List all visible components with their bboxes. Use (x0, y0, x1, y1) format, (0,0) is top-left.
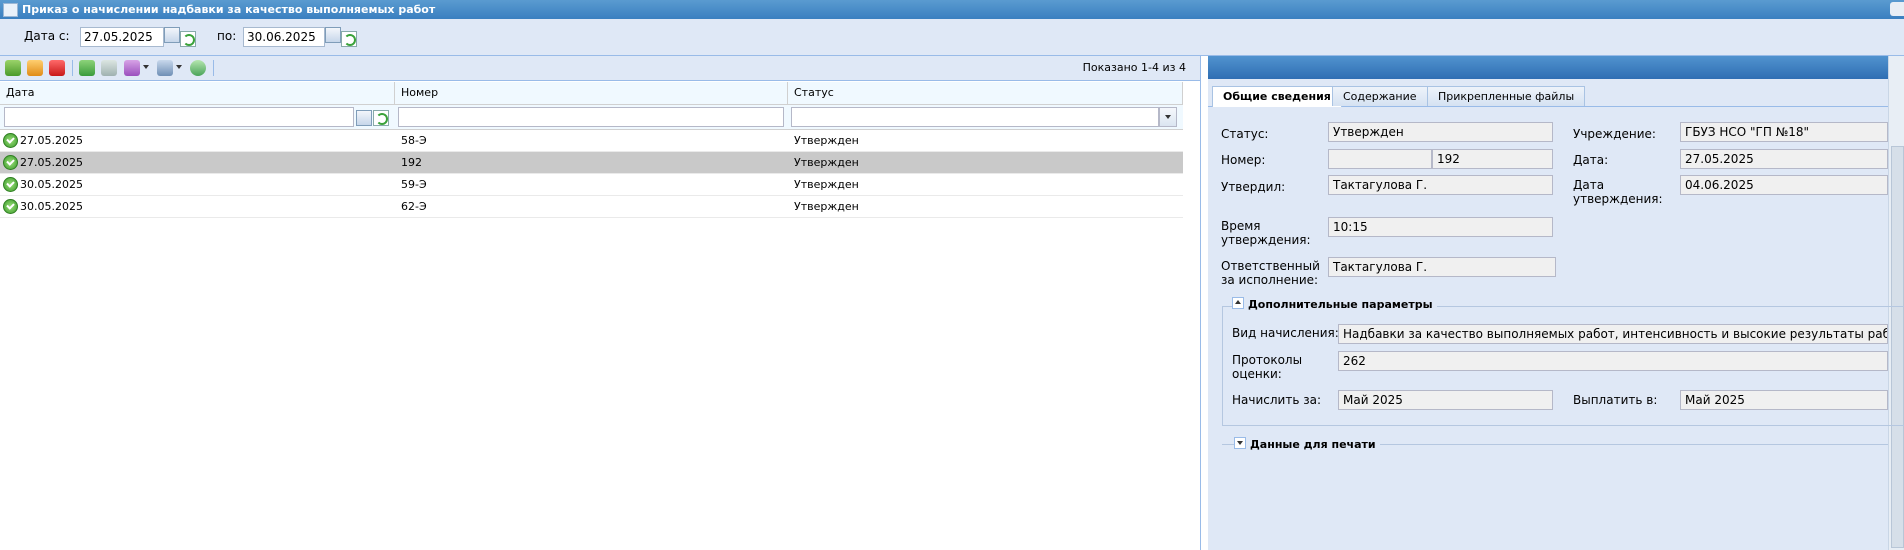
column-header-number[interactable]: Номер (395, 82, 788, 104)
section-line (1222, 444, 1234, 445)
toolbar-separator (72, 60, 73, 76)
approved-by-field[interactable]: Тактагулова Г. (1328, 175, 1553, 195)
accrual-type-label: Вид начисления: (1232, 326, 1339, 340)
institution-label: Учреждение: (1573, 127, 1656, 141)
accrue-for-label: Начислить за: (1232, 393, 1321, 407)
date-label: Дата: (1573, 153, 1609, 167)
actions-icon[interactable] (124, 60, 140, 76)
chevron-down-icon (1165, 115, 1171, 119)
refresh-date-icon[interactable] (180, 31, 196, 47)
responsible-label: Ответственный за исполнение: (1221, 259, 1320, 287)
dropdown-button[interactable] (1159, 107, 1177, 127)
date-to-input[interactable]: 30.06.2025 (243, 27, 325, 47)
tab-attachments[interactable]: Прикрепленные файлы (1427, 86, 1586, 106)
refresh-date-icon[interactable] (341, 31, 357, 47)
calendar-icon[interactable] (356, 110, 372, 126)
cell-date: 27.05.2025 (20, 134, 83, 147)
table-row[interactable]: 27.05.2025 192 Утвержден (0, 152, 1183, 174)
approval-time-field[interactable]: 10:15 (1328, 217, 1553, 237)
window-icon (3, 3, 18, 17)
cell-number: 59-Э (401, 178, 427, 191)
approval-time-label: Время утверждения: (1221, 219, 1311, 247)
accrue-for-field[interactable]: Май 2025 (1338, 390, 1553, 410)
refresh-icon[interactable] (190, 60, 206, 76)
protocols-label: Протоколы оценки: (1232, 353, 1303, 381)
additional-params-title: Дополнительные параметры (1248, 298, 1433, 311)
list-panel: Показано 1-4 из 4 Дата Номер Статус 27.0… (0, 56, 1201, 550)
table-row[interactable]: 27.05.2025 58-Э Утвержден (0, 130, 1183, 152)
column-header-date[interactable]: Дата (0, 82, 395, 104)
chevron-down-icon[interactable] (176, 65, 182, 69)
protocols-field[interactable]: 262 (1338, 351, 1888, 371)
print-icon[interactable] (157, 60, 173, 76)
details-tabs: Общие сведения Содержание Прикрепленные … (1208, 86, 1904, 107)
column-header-status[interactable]: Статус (788, 82, 1183, 104)
approval-date-label: Дата утверждения: (1573, 178, 1663, 206)
tab-content[interactable]: Содержание (1332, 86, 1428, 106)
unapprove-icon[interactable] (101, 60, 117, 76)
expand-icon[interactable] (1234, 437, 1246, 449)
section-line (1368, 444, 1888, 445)
details-panel-header (1208, 56, 1904, 79)
date-from-label: Дата с: (24, 29, 70, 43)
cell-number: 62-Э (401, 200, 427, 213)
accrual-type-field[interactable]: Надбавки за качество выполняемых работ, … (1338, 324, 1888, 344)
print-data-legend[interactable]: Данные для печати (1234, 437, 1380, 451)
cell-number: 192 (401, 156, 422, 169)
delete-icon[interactable] (49, 60, 65, 76)
cell-date: 30.05.2025 (20, 178, 83, 191)
documents-grid: Дата Номер Статус 27.05.2025 58-Э Утверж… (0, 82, 1183, 218)
filter-status-select[interactable] (791, 107, 1159, 127)
date-to-label: по: (217, 29, 237, 43)
date-filter-bar: Дата с: 27.05.2025 по: 30.06.2025 (0, 19, 1904, 56)
approved-by-label: Утвердил: (1221, 180, 1286, 194)
tab-general[interactable]: Общие сведения (1212, 86, 1342, 107)
refresh-date-icon[interactable] (373, 110, 389, 126)
grid-filter-row (0, 105, 1183, 130)
date-field[interactable]: 27.05.2025 (1680, 149, 1888, 169)
date-from-input[interactable]: 27.05.2025 (80, 27, 164, 47)
grid-header: Дата Номер Статус (0, 82, 1183, 105)
cell-status: Утвержден (794, 200, 859, 213)
filter-date-input[interactable] (4, 107, 354, 127)
pay-in-field[interactable]: Май 2025 (1680, 390, 1888, 410)
window-title: Приказ о начислении надбавки за качество… (22, 3, 436, 16)
calendar-icon[interactable] (325, 27, 341, 43)
filter-number-input[interactable] (398, 107, 784, 127)
number-label: Номер: (1221, 153, 1266, 167)
table-row[interactable]: 30.05.2025 62-Э Утвержден (0, 196, 1183, 218)
number-field[interactable]: 192 (1432, 149, 1553, 169)
window-titlebar: Приказ о начислении надбавки за качество… (0, 0, 1904, 19)
add-icon[interactable] (5, 60, 21, 76)
print-data-title: Данные для печати (1250, 438, 1376, 451)
close-icon[interactable] (1890, 2, 1904, 16)
status-label: Статус: (1221, 127, 1269, 141)
number-prefix-field[interactable] (1328, 149, 1432, 169)
approval-date-field[interactable]: 04.06.2025 (1680, 175, 1888, 195)
cell-status: Утвержден (794, 178, 859, 191)
paging-info: Показано 1-4 из 4 (1082, 61, 1186, 74)
cell-status: Утвержден (794, 134, 859, 147)
cell-date: 30.05.2025 (20, 200, 83, 213)
approve-icon[interactable] (79, 60, 95, 76)
status-field[interactable]: Утвержден (1328, 122, 1553, 142)
cell-number: 58-Э (401, 134, 427, 147)
responsible-field[interactable]: Тактагулова Г. (1328, 257, 1556, 277)
collapse-icon[interactable] (1232, 297, 1244, 309)
table-row[interactable]: 30.05.2025 59-Э Утвержден (0, 174, 1183, 196)
details-scrollbar[interactable] (1888, 56, 1904, 550)
toolbar-separator (213, 60, 214, 76)
cell-status: Утвержден (794, 156, 859, 169)
additional-params-legend[interactable]: Дополнительные параметры (1232, 297, 1437, 311)
pay-in-label: Выплатить в: (1573, 393, 1658, 407)
chevron-down-icon[interactable] (143, 65, 149, 69)
grid-toolbar: Показано 1-4 из 4 (0, 56, 1200, 81)
cell-date: 27.05.2025 (20, 156, 83, 169)
institution-field[interactable]: ГБУЗ НСО "ГП №18" (1680, 122, 1888, 142)
edit-icon[interactable] (27, 60, 43, 76)
calendar-icon[interactable] (164, 27, 180, 43)
